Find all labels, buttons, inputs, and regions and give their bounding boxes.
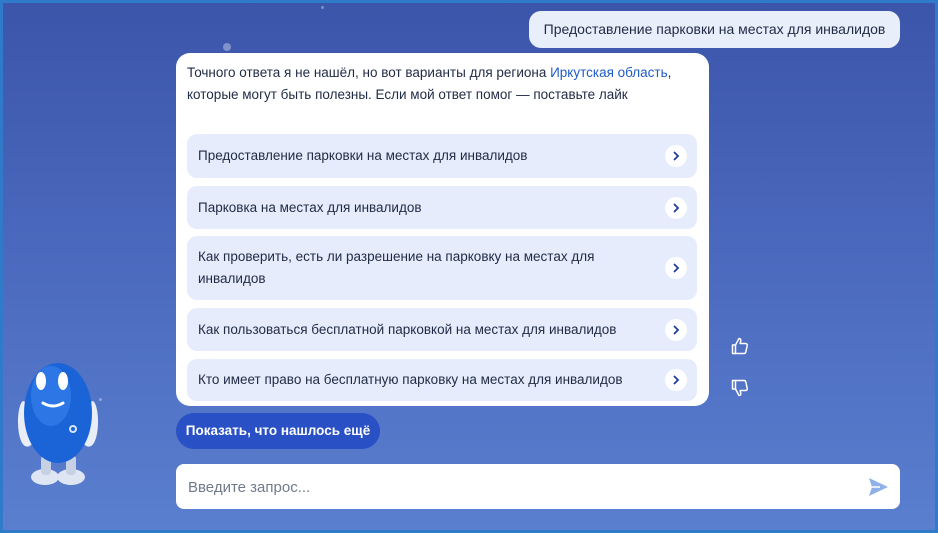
- decor-sparkle: [223, 43, 231, 51]
- robot-mascot: [11, 351, 106, 491]
- suggestion-option[interactable]: Предоставление парковки на местах для ин…: [187, 134, 697, 178]
- bot-message-card: Точного ответа я не нашёл, но вот вариан…: [176, 53, 709, 406]
- decor-sparkle: [321, 6, 324, 9]
- bot-intro-before: Точного ответа я не нашёл, но вот вариан…: [187, 65, 551, 80]
- query-input[interactable]: [186, 464, 850, 511]
- bot-intro-text: Точного ответа я не нашёл, но вот вариан…: [187, 62, 692, 106]
- suggestion-option[interactable]: Парковка на местах для инвалидов: [187, 186, 697, 229]
- chat-window: Предоставление парковки на местах для ин…: [3, 3, 935, 530]
- user-message-text: Предоставление парковки на местах для ин…: [543, 21, 886, 37]
- suggestion-label: Как пользоваться бесплатной парковкой на…: [198, 321, 617, 337]
- chevron-right-icon: [665, 318, 687, 341]
- suggestion-label: Как проверить, есть ли разрешение на пар…: [198, 249, 595, 286]
- suggestion-option[interactable]: Как пользоваться бесплатной парковкой на…: [187, 308, 697, 351]
- chevron-right-icon: [665, 196, 687, 219]
- suggestion-label: Кто имеет право на бесплатную парковку н…: [198, 372, 623, 387]
- suggestion-label: Парковка на местах для инвалидов: [198, 199, 422, 215]
- suggestion-option[interactable]: Как проверить, есть ли разрешение на пар…: [187, 236, 697, 300]
- thumbs-down-icon[interactable]: [728, 376, 752, 400]
- send-icon[interactable]: [866, 475, 890, 499]
- suggestion-label: Предоставление парковки на местах для ин…: [198, 148, 528, 163]
- show-more-button[interactable]: Показать, что нашлось ещё: [176, 413, 380, 449]
- chevron-right-icon: [665, 369, 687, 391]
- thumbs-up-icon[interactable]: [728, 334, 752, 358]
- region-link[interactable]: Иркутская область: [550, 65, 668, 80]
- chevron-right-icon: [665, 145, 687, 167]
- chevron-right-icon: [665, 257, 687, 279]
- query-input-bar: [176, 464, 900, 511]
- user-message-bubble: Предоставление парковки на местах для ин…: [529, 11, 900, 48]
- suggestion-option[interactable]: Кто имеет право на бесплатную парковку н…: [187, 359, 697, 401]
